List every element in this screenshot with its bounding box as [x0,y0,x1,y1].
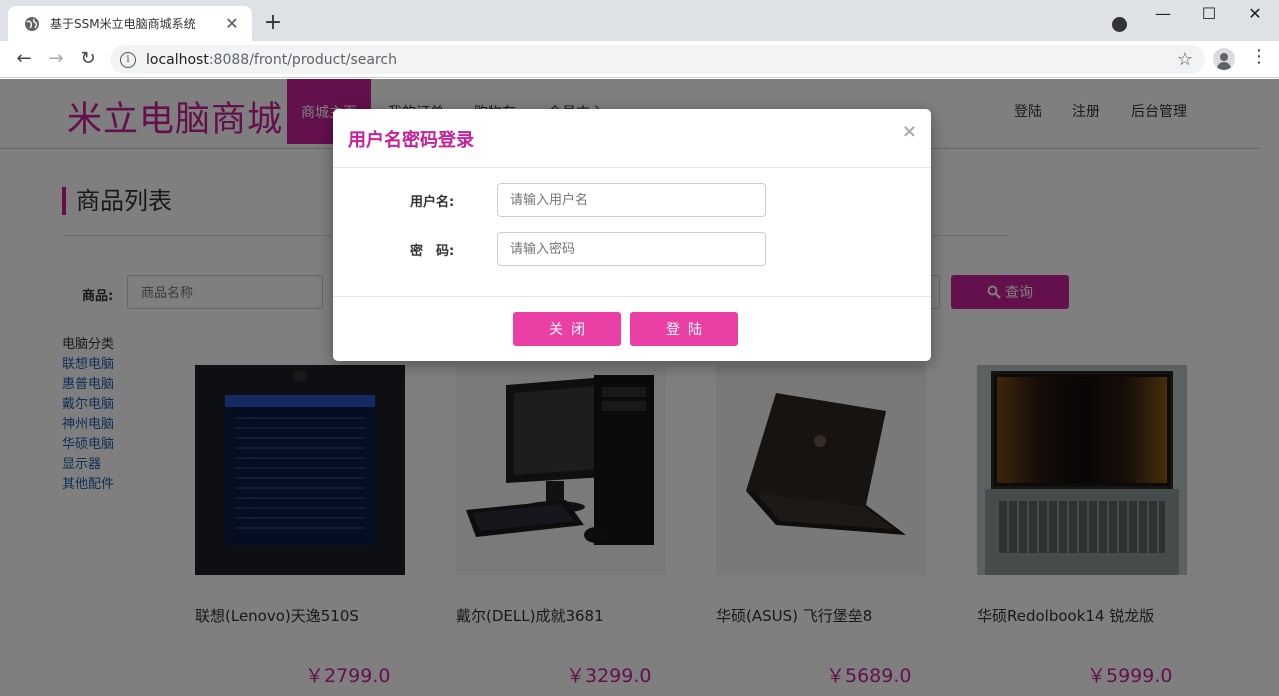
tab-search-icon[interactable] [1112,17,1127,32]
close-button[interactable]: 关闭 [513,312,621,346]
url-field[interactable]: i localhost:8088/front/product/search ☆ [110,45,1205,74]
url-path: :8088/front/product/search [208,51,397,68]
minimize-button[interactable]: — [1148,4,1178,23]
info-icon[interactable]: i [120,51,136,68]
menu-kebab-icon[interactable]: ⋮ [1250,46,1268,67]
forward-arrow-icon[interactable]: → [45,49,67,69]
login-button[interactable]: 登陆 [630,312,738,346]
modal-title: 用户名密码登录 [348,130,474,151]
profile-avatar[interactable] [1213,48,1235,70]
modal-footer-divider [333,296,931,297]
browser-tab-bar: 基于SSM米立电脑商城系统 ✕ + — ☐ ✕ [0,0,1279,41]
close-window-button[interactable]: ✕ [1240,4,1270,23]
close-icon[interactable]: × [902,121,917,142]
reload-icon[interactable]: ↻ [77,49,99,69]
username-input[interactable] [497,183,766,217]
address-bar: ← → ↻ i localhost:8088/front/product/sea… [0,41,1279,78]
maximize-button[interactable]: ☐ [1194,4,1224,23]
tab-title: 基于SSM米立电脑商城系统 [50,17,196,31]
bookmark-star-icon[interactable]: ☆ [1177,49,1193,70]
globe-icon [25,16,39,31]
password-label: 密 码: [410,244,455,259]
modal-header: 用户名密码登录 × [333,109,931,168]
browser-tab[interactable]: 基于SSM米立电脑商城系统 ✕ [8,6,252,41]
password-input[interactable] [497,232,766,266]
tab-close-icon[interactable]: ✕ [222,14,242,33]
url-host: localhost [146,51,209,68]
new-tab-button[interactable]: + [262,12,284,34]
login-modal: 用户名密码登录 × 用户名: 密 码: 关闭 登陆 [333,109,931,361]
back-arrow-icon[interactable]: ← [13,49,35,69]
username-label: 用户名: [410,195,455,210]
